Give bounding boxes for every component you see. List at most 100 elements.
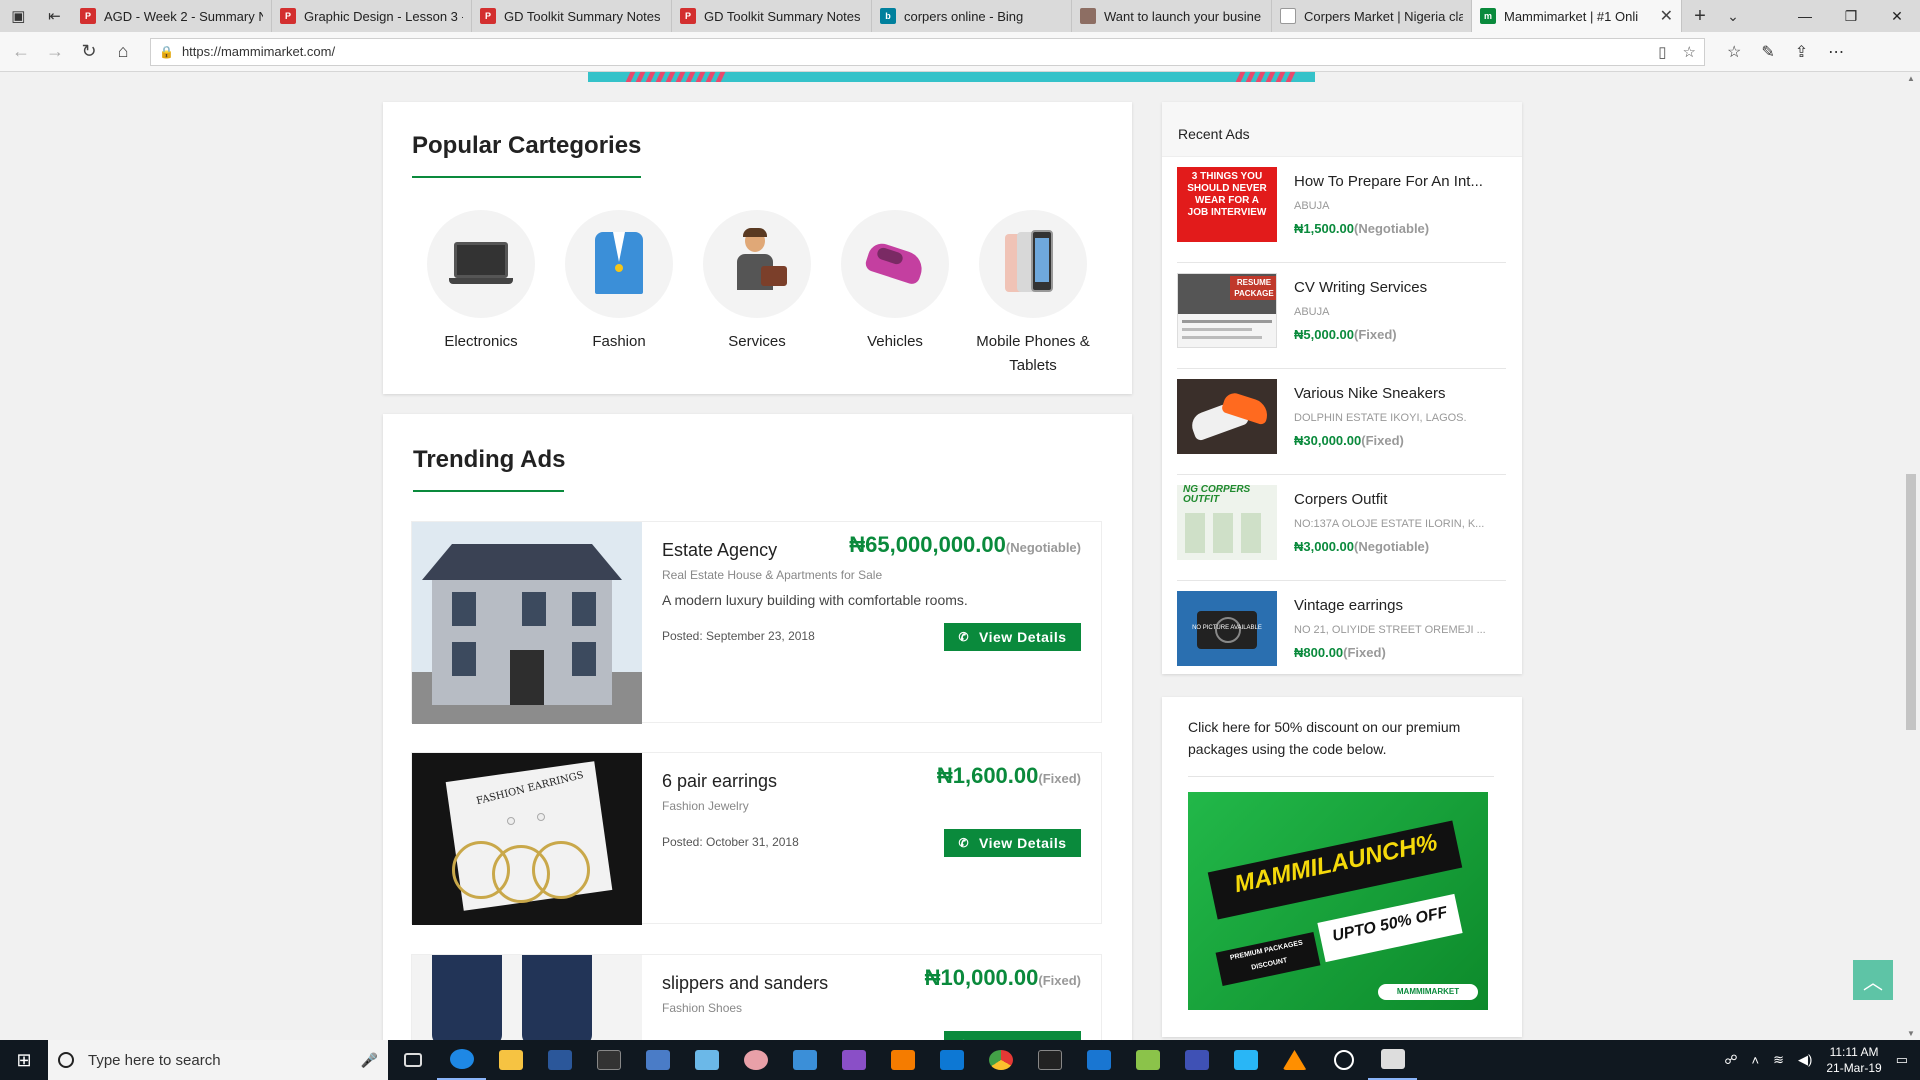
visual-studio-icon[interactable] xyxy=(829,1040,878,1080)
scrollbar-thumb[interactable] xyxy=(1906,474,1916,730)
microphone-icon[interactable]: 🎤 xyxy=(361,1052,378,1069)
category-vehicles[interactable]: Vehicles xyxy=(820,210,970,354)
chevron-up-icon[interactable]: ˄ xyxy=(1752,1053,1760,1068)
recent-ad-item[interactable]: 3 THINGS YOU SHOULD NEVER WEAR FOR A JOB… xyxy=(1177,157,1506,263)
promo-text[interactable]: Click here for 50% discount on our premi… xyxy=(1188,716,1498,760)
popular-categories-title: Popular Cartegories xyxy=(412,132,642,159)
ad-category[interactable]: Fashion Jewelry xyxy=(662,799,749,813)
task-view-icon[interactable] xyxy=(388,1040,437,1080)
ad-category[interactable]: Real Estate House & Apartments for Sale xyxy=(662,568,882,582)
favorite-star-icon[interactable]: ☆ xyxy=(1683,43,1696,61)
terminal-icon[interactable] xyxy=(584,1040,633,1080)
restore-icon[interactable]: ❐ xyxy=(1828,0,1874,32)
browser-tab[interactable]: P AGD - Week 2 - Summary N xyxy=(72,0,272,32)
ad-card[interactable]: slippers and sanders ₦10,000.00(Fixed) F… xyxy=(411,954,1102,1040)
share-icon[interactable]: ⇪ xyxy=(1795,42,1808,62)
close-tab-icon[interactable]: ✕ xyxy=(1654,6,1673,26)
recent-ad-item[interactable]: RESUME PACKAGE CV Writing Services ABUJA… xyxy=(1177,263,1506,369)
recent-ad-item[interactable]: NO PICTURE AVAILABLE Vintage earrings NO… xyxy=(1177,581,1506,687)
edge-icon[interactable] xyxy=(437,1040,486,1080)
notepad-icon[interactable] xyxy=(1123,1040,1172,1080)
volume-icon[interactable]: ◀) xyxy=(1798,1052,1812,1068)
view-details-button[interactable]: ✆View Details xyxy=(944,1031,1081,1040)
refresh-icon[interactable]: ↻ xyxy=(72,41,106,62)
ad-category[interactable]: Fashion Shoes xyxy=(662,1001,742,1015)
browser-tab[interactable]: b corpers online - Bing xyxy=(872,0,1072,32)
category-services[interactable]: Services xyxy=(682,210,832,354)
ad-title[interactable]: Estate Agency xyxy=(662,540,777,561)
tab-preview-icon[interactable]: ▣ xyxy=(11,7,25,25)
xampp-icon[interactable] xyxy=(878,1040,927,1080)
browser-tab[interactable]: Corpers Market | Nigeria cla xyxy=(1272,0,1472,32)
browser-tab[interactable]: Want to launch your busine xyxy=(1072,0,1272,32)
recent-ad-title[interactable]: Vintage earrings xyxy=(1294,597,1403,614)
app-icon[interactable] xyxy=(682,1040,731,1080)
pen-icon[interactable]: ✎ xyxy=(1761,42,1774,62)
app-icon[interactable] xyxy=(780,1040,829,1080)
home-icon[interactable]: ⌂ xyxy=(106,41,140,62)
taskbar-search[interactable]: Type here to search 🎤 xyxy=(48,1040,388,1080)
category-electronics[interactable]: Electronics xyxy=(406,210,556,354)
browser-tab[interactable]: P Graphic Design - Lesson 3 - xyxy=(272,0,472,32)
more-icon[interactable]: ⋯ xyxy=(1828,42,1844,62)
back-to-top-button[interactable]: ︿ xyxy=(1853,960,1893,1000)
recent-ad-title[interactable]: How To Prepare For An Int... xyxy=(1294,173,1483,190)
vlc-icon[interactable] xyxy=(1270,1040,1319,1080)
file-explorer-icon[interactable] xyxy=(486,1040,535,1080)
view-details-button[interactable]: ✆View Details xyxy=(944,623,1081,651)
ad-title[interactable]: 6 pair earrings xyxy=(662,771,777,792)
close-window-icon[interactable]: ✕ xyxy=(1874,0,1920,32)
top-banner-strip xyxy=(588,72,1315,82)
windows-start-icon[interactable]: ⊞ xyxy=(0,1040,48,1080)
browser-tab-active[interactable]: m Mammimarket | #1 Onli ✕ xyxy=(1472,0,1682,32)
app-icon[interactable] xyxy=(1319,1040,1368,1080)
ad-description: A modern luxury building with comfortabl… xyxy=(662,592,968,608)
app-icon[interactable] xyxy=(1221,1040,1270,1080)
chrome-icon[interactable] xyxy=(976,1040,1025,1080)
reading-view-icon[interactable]: ▯ xyxy=(1658,43,1666,61)
recent-ad-item[interactable]: Various Nike Sneakers DOLPHIN ESTATE IKO… xyxy=(1177,369,1506,475)
app-icon[interactable] xyxy=(1172,1040,1221,1080)
clock[interactable]: 11:11 AM 21-Mar-19 xyxy=(1826,1044,1881,1076)
people-icon[interactable]: ☍ xyxy=(1724,1052,1737,1068)
image-caption: RESUME PACKAGE xyxy=(1230,276,1276,300)
forward-icon[interactable]: → xyxy=(38,41,72,62)
photos-icon[interactable] xyxy=(1368,1040,1417,1080)
tab-actions: ▣ ⇤ xyxy=(0,0,72,32)
browser-tab[interactable]: P GD Toolkit Summary Notes xyxy=(672,0,872,32)
recent-ad-title[interactable]: Corpers Outfit xyxy=(1294,491,1387,508)
favorites-icon[interactable]: ☆ xyxy=(1727,42,1741,62)
minimize-icon[interactable]: — xyxy=(1782,0,1828,32)
recent-ad-item[interactable]: NG CORPERS OUTFIT Corpers Outfit NO:137A… xyxy=(1177,475,1506,581)
paint-icon[interactable] xyxy=(731,1040,780,1080)
wifi-icon[interactable]: ≋ xyxy=(1773,1052,1784,1068)
notifications-icon[interactable]: ▭ xyxy=(1896,1052,1908,1068)
category-mobile-phones[interactable]: Mobile Phones & Tablets xyxy=(958,210,1108,378)
new-tab-icon[interactable]: + xyxy=(1682,5,1718,28)
vscode-icon[interactable] xyxy=(927,1040,976,1080)
page-scrollbar[interactable]: ▲ ▼ xyxy=(1902,72,1920,1040)
ad-card[interactable]: Estate Agency ₦65,000,000.00(Negotiable)… xyxy=(411,521,1102,724)
category-label: Fashion xyxy=(592,333,646,350)
category-fashion[interactable]: Fashion xyxy=(544,210,694,354)
url-field[interactable]: 🔒 https://mammimarket.com/ ▯ ☆ xyxy=(150,37,1705,66)
tab-bar: ▣ ⇤ P AGD - Week 2 - Summary N P Graphic D… xyxy=(0,0,1920,32)
recent-ad-title[interactable]: Various Nike Sneakers xyxy=(1294,385,1445,402)
scroll-up-icon[interactable]: ▲ xyxy=(1902,74,1920,83)
category-label: Mobile Phones & Tablets xyxy=(976,333,1090,374)
word-icon[interactable] xyxy=(535,1040,584,1080)
chevron-down-icon[interactable]: ⌄ xyxy=(1718,8,1748,25)
recent-ad-title[interactable]: CV Writing Services xyxy=(1294,279,1427,296)
set-tabs-aside-icon[interactable]: ⇤ xyxy=(48,7,61,25)
terminal-icon[interactable] xyxy=(1025,1040,1074,1080)
button-label: View Details xyxy=(979,629,1067,645)
browser-tab[interactable]: P GD Toolkit Summary Notes xyxy=(472,0,672,32)
ad-title[interactable]: slippers and sanders xyxy=(662,973,828,994)
app-icon[interactable] xyxy=(633,1040,682,1080)
scroll-down-icon[interactable]: ▼ xyxy=(1902,1029,1920,1038)
promo-banner[interactable]: MAMMILAUNCH% UPTO 50% OFF PREMIUM PACKAG… xyxy=(1188,792,1488,1010)
ad-card[interactable]: FASHION EARRINGS 6 pair earrings ₦1,600.… xyxy=(411,752,1102,925)
view-details-button[interactable]: ✆View Details xyxy=(944,829,1081,857)
app-icon[interactable] xyxy=(1074,1040,1123,1080)
back-icon[interactable]: ← xyxy=(4,41,38,62)
